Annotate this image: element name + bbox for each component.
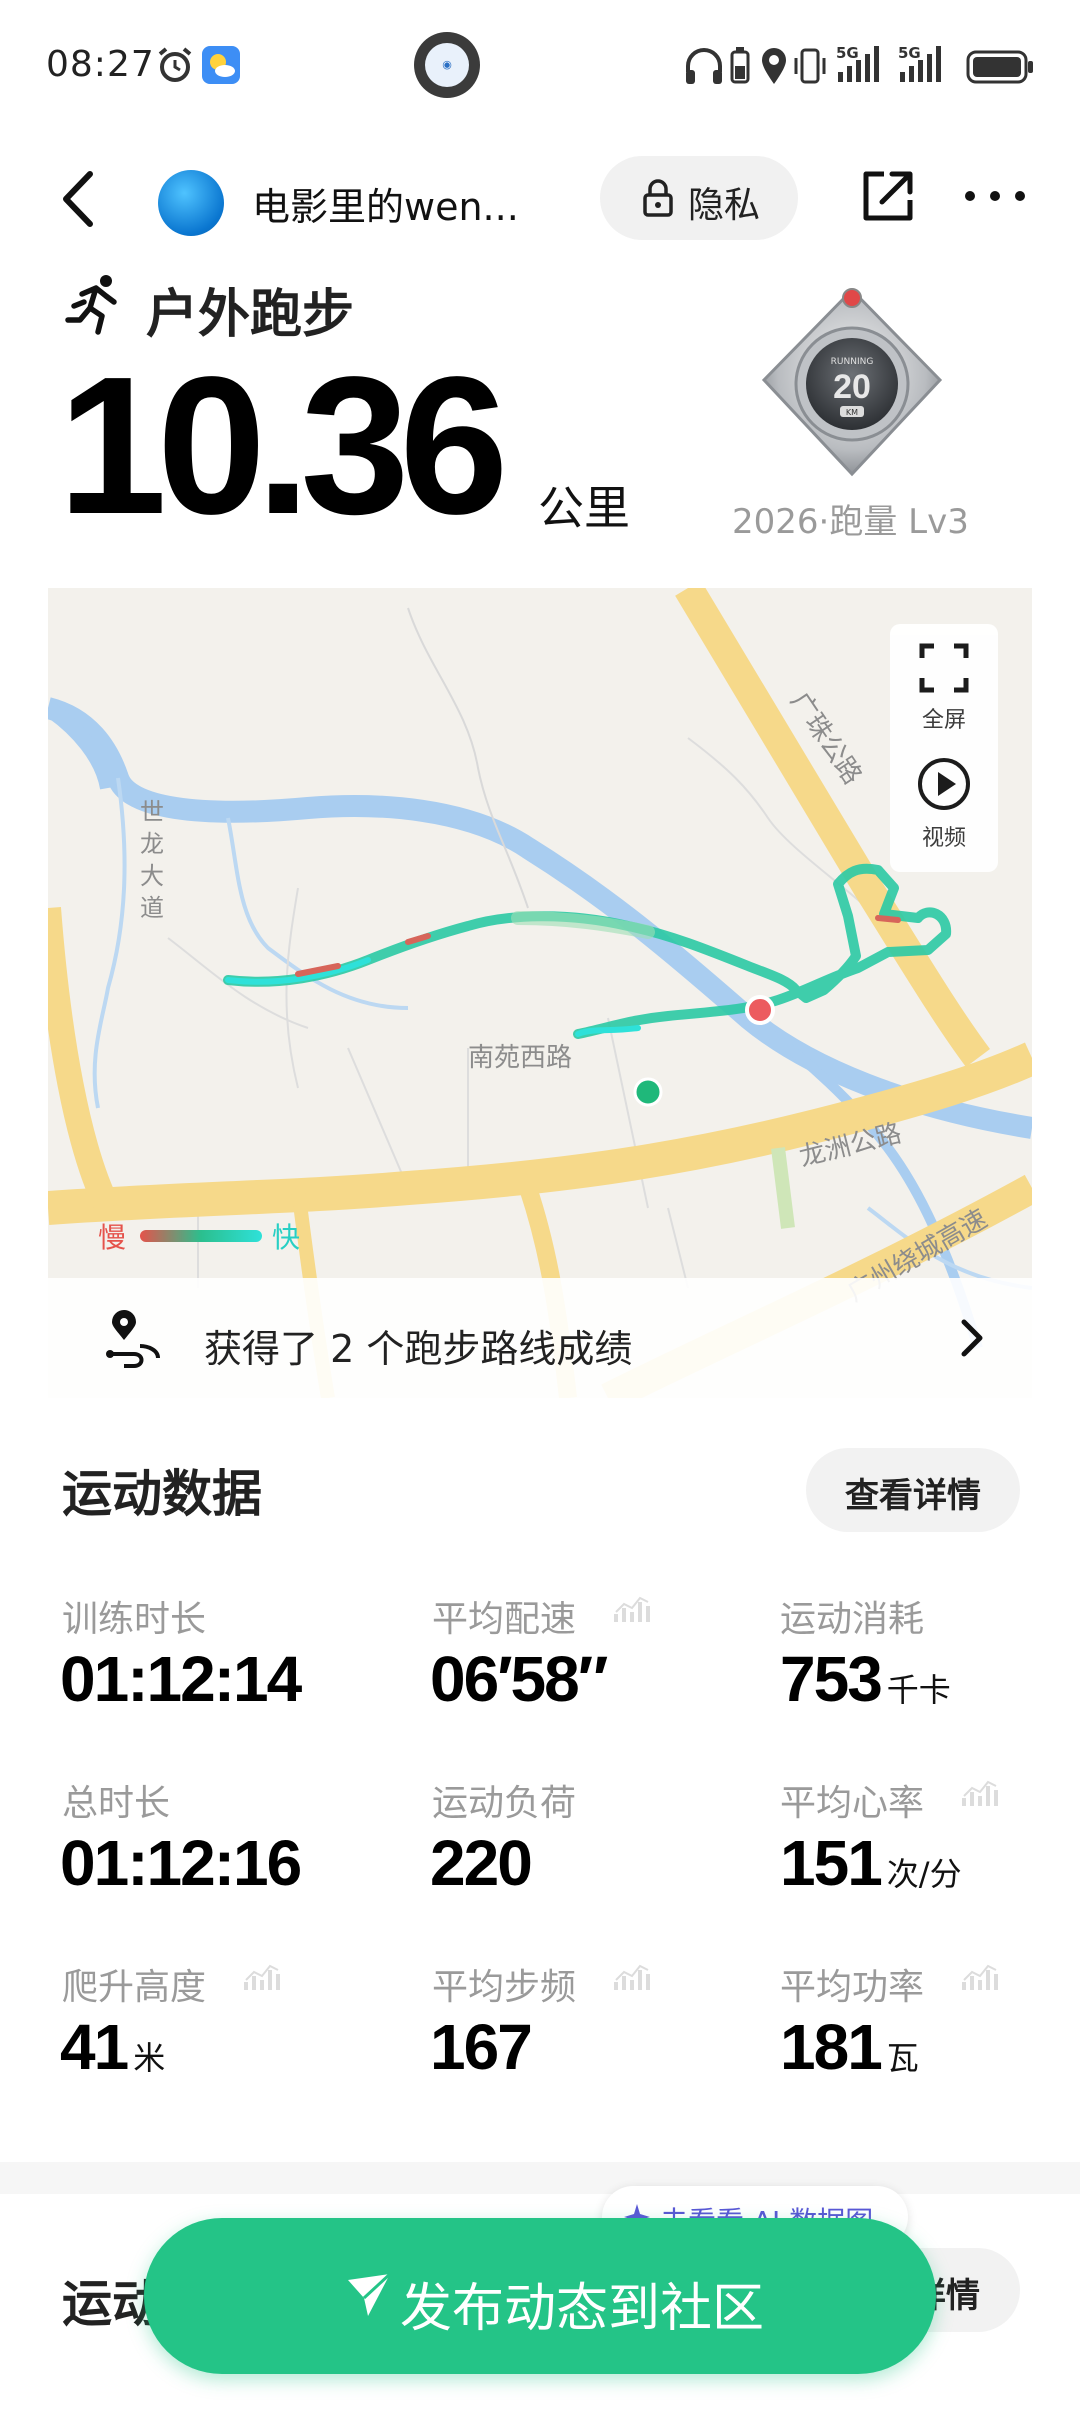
route-achievement-text: 获得了 2 个跑步路线成绩 <box>204 1327 633 1371</box>
stat-number: 753 <box>780 1643 883 1715</box>
canal <box>92 777 127 1109</box>
svg-text:5G: 5G <box>898 44 921 62</box>
pace-legend-bar <box>140 1230 262 1242</box>
send-icon <box>348 2272 392 2316</box>
view-details-label: 查看详情 <box>845 1476 981 1516</box>
map-canvas[interactable]: 世龙大道 南苑西路 龙洲公路 广珠公路 广州绕城高速 <box>48 588 1032 1398</box>
signal-5g-icon-1: 5G <box>836 44 879 82</box>
stat-label-calories: 运动消耗 <box>780 1599 925 1640</box>
stat-label-training-duration: 训练时长 <box>62 1599 207 1640</box>
stat-label-avg-power: 平均功率 <box>780 1967 925 2008</box>
route-map[interactable]: 世龙大道 南苑西路 龙洲公路 广珠公路 广州绕城高速 全屏 视频 慢 快 获得了… <box>48 588 1032 1398</box>
weather-icon <box>202 46 240 84</box>
stat-unit: 次/分 <box>886 1855 962 1893</box>
trend-chart-icon[interactable] <box>962 1962 998 1992</box>
route-achievement-banner[interactable]: 获得了 2 个跑步路线成绩 <box>48 1278 1032 1398</box>
vibrate-icon <box>794 48 826 84</box>
app-indicator-icon: ◉ <box>425 43 469 87</box>
running-icon <box>65 275 117 335</box>
stat-value-avg-pace: 06′58″ <box>430 1642 608 1716</box>
back-button[interactable] <box>50 164 110 234</box>
stat-number: 167 <box>430 2011 533 2083</box>
stat-number: 181 <box>780 2011 883 2083</box>
trend-chart-icon[interactable] <box>244 1962 280 1992</box>
more-options-button[interactable] <box>960 166 1030 226</box>
stat-value-training-duration: 01:12:14 <box>60 1642 302 1716</box>
stat-number: 151 <box>780 1827 883 1899</box>
status-time: 08:27 <box>46 44 155 85</box>
avatar[interactable] <box>158 170 224 236</box>
fullscreen-label[interactable]: 全屏 <box>890 702 998 734</box>
badge-bottom-text: KM <box>846 408 858 417</box>
park <box>771 1147 795 1229</box>
distance-value: 10.36 <box>58 336 508 555</box>
privacy-label: 隐私 <box>688 185 761 226</box>
stat-label-training-load: 运动负荷 <box>432 1783 577 1824</box>
stat-label-avg-pace: 平均配速 <box>432 1599 577 1640</box>
app-indicator-pill: ◉ <box>414 32 480 98</box>
minor-road <box>407 607 529 909</box>
svg-text:5G: 5G <box>836 44 859 62</box>
stat-number: 220 <box>430 1827 533 1899</box>
map-controls: 全屏 视频 <box>890 624 998 872</box>
nav-bar: 电影里的wen... 隐私 <box>0 140 1080 256</box>
fullscreen-icon[interactable] <box>918 642 970 694</box>
battery-icon <box>966 50 1033 84</box>
play-video-icon[interactable] <box>916 756 972 812</box>
stat-value-avg-heart-rate: 151 次/分 <box>780 1826 962 1900</box>
route-end-segment <box>575 1025 641 1037</box>
stat-number: 06′58″ <box>430 1643 608 1715</box>
stat-unit: 米 <box>133 2039 166 2077</box>
stat-unit: 瓦 <box>886 2039 919 2077</box>
stat-label-avg-cadence: 平均步频 <box>432 1967 577 2008</box>
stat-number: 01:12:14 <box>60 1643 302 1715</box>
user-name[interactable]: 电影里的wen... <box>252 176 519 231</box>
stat-value-elevation: 41 米 <box>60 2010 165 2084</box>
stat-value-avg-cadence: 167 <box>430 2010 533 2084</box>
location-icon <box>762 48 786 84</box>
distance-unit: 公里 <box>538 481 630 535</box>
device-battery-icon <box>730 47 750 84</box>
badge-number: 20 <box>833 368 871 406</box>
highway-west <box>48 907 120 1214</box>
route-marker-icon <box>106 1310 160 1368</box>
stat-value-total-duration: 01:12:16 <box>60 1826 302 1900</box>
lock-icon <box>643 179 673 217</box>
route-end-marker <box>633 1077 663 1107</box>
stat-number: 41 <box>60 2011 129 2083</box>
stat-label-avg-heart-rate: 平均心率 <box>780 1783 925 1824</box>
video-label[interactable]: 视频 <box>890 820 998 852</box>
minor-roads <box>167 887 689 1289</box>
share-button[interactable] <box>858 166 918 226</box>
headphones-icon <box>686 48 722 84</box>
trend-chart-icon[interactable] <box>614 1594 650 1624</box>
status-bar: 08:27 ◉ 5G 5G <box>0 0 1080 130</box>
road-label: 世龙大道 <box>140 798 164 922</box>
chevron-right-icon <box>961 1319 983 1357</box>
trend-chart-icon[interactable] <box>614 1962 650 1992</box>
view-details-button[interactable]: 查看详情 <box>806 1448 1020 1532</box>
publish-to-community-button[interactable]: 发布动态到社区 <box>144 2218 936 2374</box>
stats-section-title: 运动数据 <box>62 1465 262 1523</box>
publish-label: 发布动态到社区 <box>400 2279 765 2339</box>
trend-chart-icon[interactable] <box>962 1778 998 1808</box>
legend-slow: 慢 <box>98 1221 127 1254</box>
stat-unit: 千卡 <box>886 1671 951 1709</box>
stat-value-training-load: 220 <box>430 1826 533 1900</box>
badge-top-text: RUNNING <box>831 357 874 367</box>
stat-value-avg-power: 181 瓦 <box>780 2010 919 2084</box>
badge-caption: 2026·跑量 Lv3 <box>732 502 969 542</box>
road-label-nanyuan: 南苑西路 <box>468 1043 572 1073</box>
stat-number: 01:12:16 <box>60 1827 302 1899</box>
legend-fast: 快 <box>272 1221 301 1254</box>
stat-value-calories: 753 千卡 <box>780 1642 951 1716</box>
stat-label-elevation: 爬升高度 <box>62 1967 207 2008</box>
privacy-button[interactable]: 隐私 <box>600 156 798 240</box>
alarm-icon <box>158 47 192 82</box>
section-divider <box>0 2162 1080 2194</box>
running-level-badge[interactable]: RUNNING 20 KM <box>752 284 952 484</box>
stat-label-total-duration: 总时长 <box>62 1783 171 1824</box>
route-start-marker <box>745 995 775 1025</box>
signal-5g-icon-2: 5G <box>898 44 941 82</box>
